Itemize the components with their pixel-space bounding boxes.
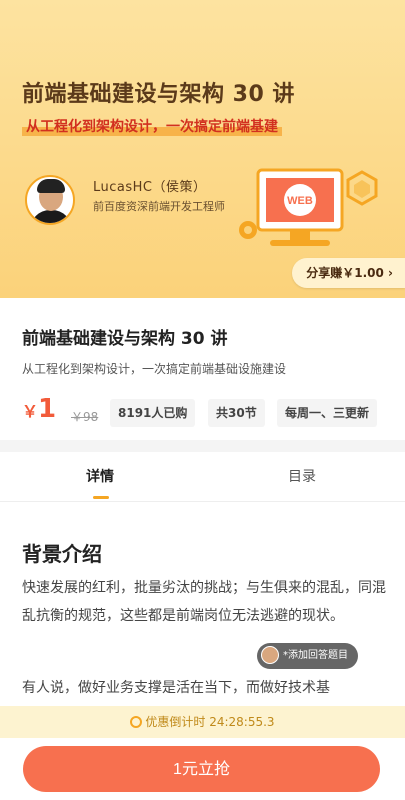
banner-title: 前端基础建设与架构 30 讲: [22, 82, 295, 107]
update-schedule-tag: 每周一、三更新: [277, 399, 378, 427]
discount-countdown: 优惠倒计时 24:28:55.3: [0, 706, 405, 738]
buy-now-button[interactable]: 1元立抢: [23, 746, 380, 792]
current-price: ￥1: [22, 394, 56, 424]
lesson-count-tag: 共30节: [208, 399, 265, 427]
tab-bar: 详情 目录: [0, 452, 405, 502]
countdown-text: 优惠倒计时 24:28:55.3: [145, 715, 275, 729]
price-value: 1: [38, 394, 57, 424]
user-avatar: [261, 646, 279, 664]
share-earn-button[interactable]: 分享赚￥1.00 ›: [292, 258, 405, 288]
paragraph: 有人说，做好业务支撑是活在当下，而做好技术基: [22, 680, 330, 696]
bottom-bar: 1元立抢: [0, 738, 405, 800]
course-description: 从工程化到架构设计，一次搞定前端基础设施建设: [22, 362, 287, 376]
course-banner: 前端基础建设与架构 30 讲 从工程化到架构设计，一次搞定前端基建 LucasH…: [0, 0, 405, 298]
purchase-count-tag: 8191人已购: [110, 399, 196, 427]
price-symbol: ￥: [22, 402, 39, 421]
tab-details[interactable]: 详情: [86, 466, 114, 486]
toast-text: *添加回答题目: [283, 650, 348, 661]
tab-catalog[interactable]: 目录: [288, 466, 316, 486]
purchase-notification-toast: *添加回答题目: [257, 643, 358, 669]
course-title: 前端基础建设与架构 30 讲: [22, 329, 228, 349]
section-title: 背景介绍: [22, 542, 102, 566]
web-monitor-illustration: WEB: [239, 168, 378, 246]
banner-subtitle: 从工程化到架构设计，一次搞定前端基建: [22, 116, 282, 136]
author-title: 前百度资深前端开发工程师: [93, 200, 225, 213]
author-name: LucasHC（侯策）: [93, 180, 207, 195]
original-price: ￥98: [71, 410, 99, 424]
course-info: 前端基础建设与架构 30 讲 从工程化到架构设计，一次搞定前端基础设施建设 ￥1…: [0, 298, 405, 440]
active-tab-indicator: [93, 496, 109, 499]
paragraph: 快速发展的红利，批量劣汰的挑战；与生俱来的混乱，同混乱抗衡的规范，这些都是前端岗…: [22, 580, 386, 624]
svg-text:WEB: WEB: [287, 195, 313, 207]
author-avatar: [25, 175, 75, 225]
alarm-clock-icon: [130, 716, 143, 728]
section-divider: [0, 440, 405, 452]
